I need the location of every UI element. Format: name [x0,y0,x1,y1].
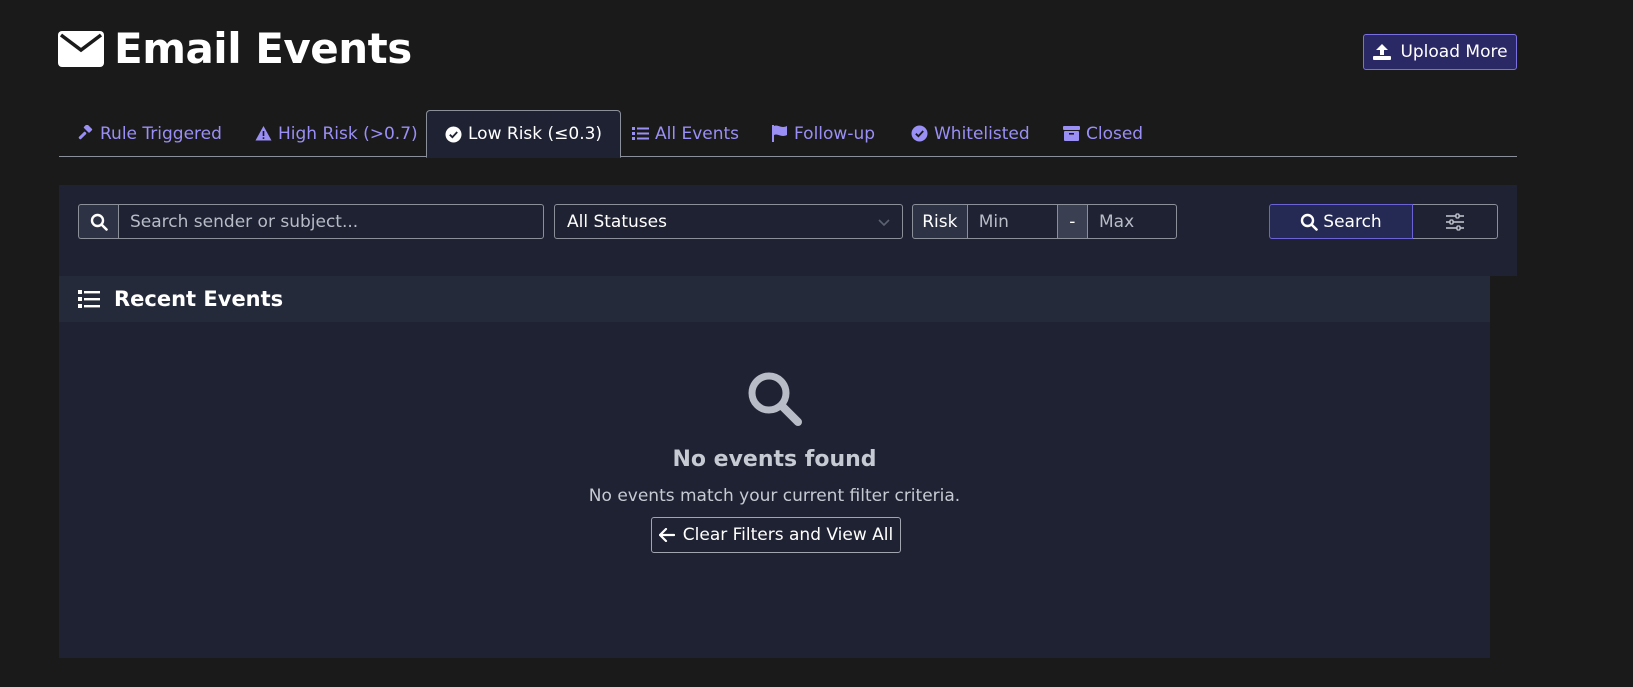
sliders-icon [1446,212,1464,231]
status-select[interactable]: All Statuses [554,204,903,239]
check-circle-icon [445,126,462,142]
card-header: Recent Events [59,276,1490,322]
upload-icon [1373,44,1392,60]
page: Email Events Upload More Rule Triggered … [0,0,1633,687]
tab-rule-triggered[interactable]: Rule Triggered [77,110,222,157]
advanced-filters-button[interactable] [1413,204,1498,239]
search-group [78,204,544,239]
list-icon [632,127,649,140]
clear-filters-label: Clear Filters and View All [682,525,894,545]
search-icon [748,372,802,426]
empty-message: No events match your current filter crit… [588,486,961,506]
envelope-icon [58,31,104,67]
tab-closed[interactable]: Closed [1063,110,1143,157]
search-button-label: Search [1323,211,1382,232]
search-icon [1301,213,1319,231]
arrow-left-icon [658,528,675,542]
search-button[interactable]: Search [1269,204,1413,239]
empty-state: No events found No events match your cur… [59,322,1490,658]
risk-range-group: Risk - [912,204,1177,239]
risk-max-input[interactable] [1087,204,1177,239]
card-title: Recent Events [114,287,284,311]
risk-min-input[interactable] [967,204,1058,239]
gavel-icon [78,125,93,140]
tab-high-risk[interactable]: High Risk (>0.7) [255,110,418,157]
check-circle-icon [911,125,928,142]
clear-filters-button[interactable]: Clear Filters and View All [651,517,901,553]
archive-icon [1063,126,1080,141]
warning-icon [255,126,272,141]
tab-whitelisted[interactable]: Whitelisted [911,110,1030,157]
filter-panel: All Statuses Risk - Search [59,185,1517,276]
recent-events-card: Recent Events No events found No events … [59,276,1490,658]
search-button-group: Search [1269,204,1498,239]
risk-separator: - [1057,204,1087,239]
event-tabs: Rule Triggered High Risk (>0.7) Low Risk… [59,110,1517,158]
list-icon [78,290,100,308]
page-title: Email Events [114,24,412,73]
tab-follow-up[interactable]: Follow-up [771,110,875,157]
risk-label: Risk [912,204,968,239]
search-input[interactable] [118,204,544,239]
chevron-down-icon [878,219,890,227]
flag-icon [772,125,787,142]
upload-more-label: Upload More [1400,42,1508,62]
search-icon [90,213,108,231]
page-header: Email Events [58,26,412,72]
upload-more-button[interactable]: Upload More [1363,34,1517,70]
empty-title: No events found [672,447,877,472]
status-select-value: All Statuses [567,211,667,232]
tab-all-events[interactable]: All Events [632,110,739,157]
search-addon [78,204,118,239]
tab-low-risk[interactable]: Low Risk (≤0.3) [426,110,622,158]
